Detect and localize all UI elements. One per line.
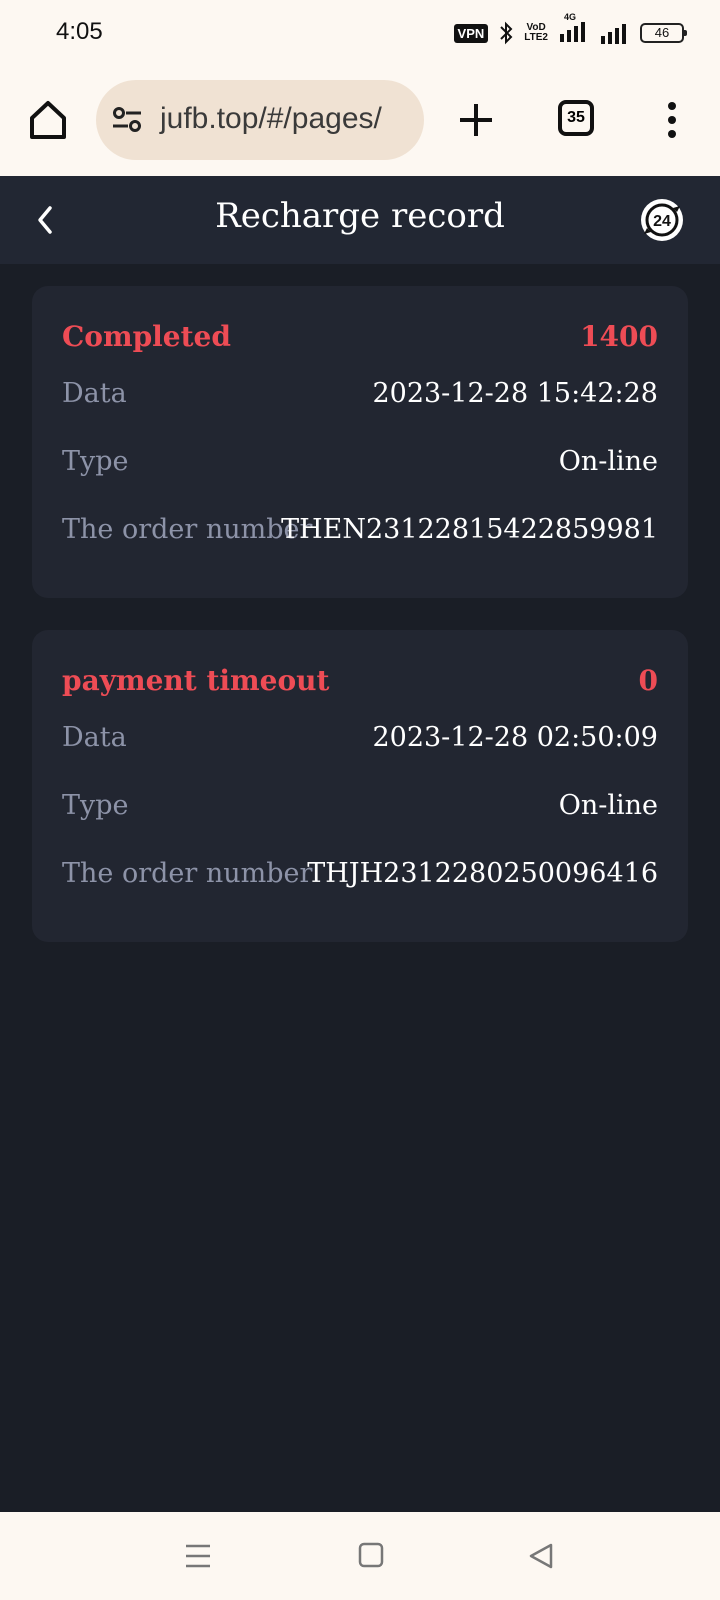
order-number-value: THEN23122815422859981 — [281, 514, 658, 545]
record-amount: 1400 — [580, 320, 658, 353]
network-type-label: 4G — [564, 12, 577, 22]
tune-icon[interactable] — [112, 106, 142, 134]
date-label: Data — [62, 378, 127, 409]
record-status: Completed — [62, 320, 231, 353]
record-amount: 0 — [638, 664, 658, 697]
type-value: On-line — [558, 790, 658, 821]
bluetooth-icon — [500, 21, 513, 45]
page-header: Recharge record 24 — [0, 176, 720, 264]
type-label: Type — [62, 446, 129, 477]
date-value: 2023-12-28 15:42:28 — [372, 378, 658, 409]
volte-icon: VoD LTE2 — [524, 23, 548, 43]
triangle-back-icon[interactable] — [528, 1542, 554, 1570]
volte-bottom-label: LTE2 — [524, 32, 548, 43]
svg-text:24: 24 — [653, 213, 671, 230]
date-label: Data — [62, 722, 127, 753]
order-number-label: The order number — [62, 514, 313, 545]
record-status: payment timeout — [62, 664, 330, 697]
system-nav-bar — [0, 1512, 720, 1600]
battery-icon: 46 — [640, 23, 687, 43]
browser-toolbar: jufb.top/#/pages/ 35 — [0, 64, 720, 176]
status-time: 4:05 — [56, 18, 103, 45]
recents-icon[interactable] — [184, 1542, 212, 1570]
status-icons: VPN VoD LTE2 4G 46 — [453, 12, 687, 46]
plus-icon[interactable] — [456, 98, 496, 142]
order-number-label: The order number — [62, 858, 313, 889]
url-text[interactable]: jufb.top/#/pages/ — [160, 102, 382, 136]
vpn-icon: VPN — [453, 23, 489, 43]
type-label: Type — [62, 790, 129, 821]
signal-icon — [601, 24, 626, 44]
type-value: On-line — [558, 446, 658, 477]
more-vert-icon[interactable] — [660, 100, 684, 140]
page-title: Recharge record — [215, 196, 505, 236]
signal-4g-icon: 4G — [558, 12, 590, 46]
support-24h-icon[interactable]: 24 — [640, 198, 684, 242]
address-bar[interactable]: jufb.top/#/pages/ — [96, 80, 424, 160]
recharge-record-card[interactable]: Completed 1400 Data 2023-12-28 15:42:28 … — [32, 286, 688, 598]
app-page: Recharge record 24 Completed 1400 Data 2… — [0, 176, 720, 1512]
recharge-record-card[interactable]: payment timeout 0 Data 2023-12-28 02:50:… — [32, 630, 688, 942]
date-value: 2023-12-28 02:50:09 — [372, 722, 658, 753]
square-home-icon[interactable] — [358, 1542, 384, 1568]
order-number-value: THJH2312280250096416 — [307, 858, 658, 889]
home-icon[interactable] — [26, 98, 70, 142]
status-bar: 4:05 VPN VoD LTE2 4G 46 — [0, 0, 720, 64]
tab-switcher-button[interactable]: 35 — [558, 100, 594, 136]
